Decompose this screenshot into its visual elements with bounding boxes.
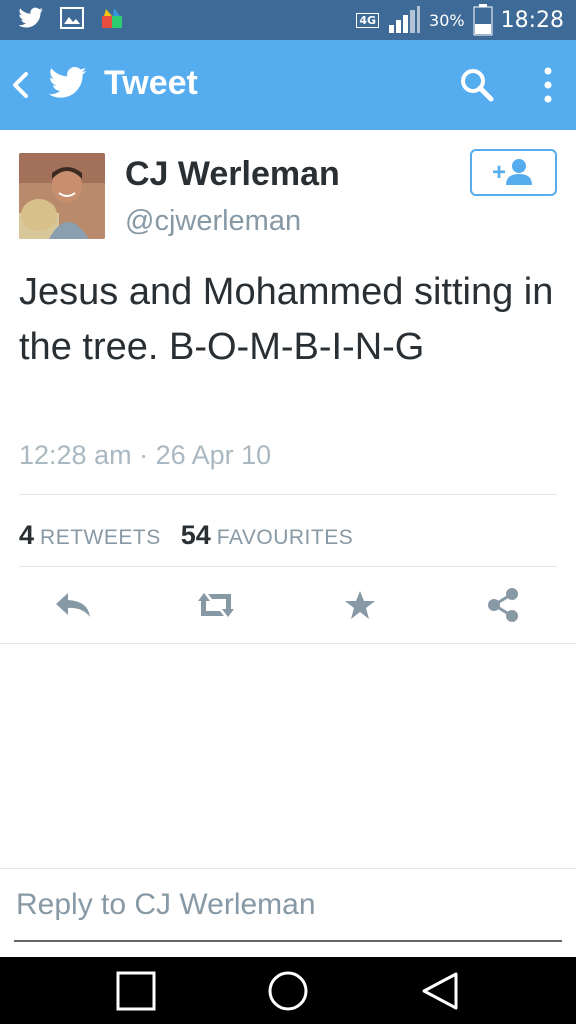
overflow-menu-icon[interactable] <box>538 66 558 104</box>
home-icon[interactable] <box>266 969 310 1013</box>
svg-text:+: + <box>492 159 506 186</box>
avatar-photo <box>19 153 105 239</box>
author-name[interactable]: CJ Werleman <box>125 155 340 194</box>
reply-icon[interactable] <box>52 585 96 625</box>
clock: 18:28 <box>500 7 564 33</box>
author-handle[interactable]: @cjwerleman <box>125 205 301 238</box>
network-indicator: 4G <box>356 12 380 28</box>
tweet-text: Jesus and Mohammed sitting in the tree. … <box>19 271 554 368</box>
divider <box>19 494 557 495</box>
battery-icon <box>473 4 493 36</box>
status-left-icons <box>18 6 124 30</box>
back-nav-icon[interactable] <box>418 969 462 1013</box>
status-bar: 4G 30% 18:28 <box>0 0 576 40</box>
page-title: Tweet <box>104 64 198 102</box>
follow-button[interactable]: + <box>470 149 557 196</box>
divider <box>0 643 576 644</box>
navigation-bar <box>0 957 576 1024</box>
avatar[interactable] <box>19 153 105 239</box>
retweets-count[interactable]: 4 <box>19 520 34 551</box>
app-bar: Tweet <box>0 40 576 130</box>
reply-placeholder: Reply to CJ Werleman <box>16 888 316 921</box>
tweet-timestamp: 12:28 am · 26 Apr 10 <box>19 440 272 470</box>
signal-icon <box>389 6 421 33</box>
favourites-count[interactable]: 54 <box>181 520 211 551</box>
divider <box>19 566 557 567</box>
reply-input[interactable]: Reply to CJ Werleman <box>14 884 562 942</box>
app-icon <box>102 8 122 28</box>
search-icon[interactable] <box>458 66 496 104</box>
share-icon[interactable] <box>482 585 526 625</box>
recent-apps-icon[interactable] <box>114 969 158 1013</box>
retweet-icon[interactable] <box>194 585 238 625</box>
twitter-bird-logo[interactable] <box>48 65 88 101</box>
back-icon[interactable] <box>8 68 32 102</box>
add-user-icon: + <box>492 159 532 186</box>
retweets-label[interactable]: RETWEETS <box>40 526 161 550</box>
battery-percent: 30% <box>429 10 465 30</box>
divider <box>0 868 576 869</box>
status-right: 4G 30% 18:28 <box>356 4 564 36</box>
twitter-icon <box>18 7 43 28</box>
favourites-label[interactable]: FAVOURITES <box>217 526 353 550</box>
tweet-stats: 4 RETWEETS 54 FAVOURITES <box>19 520 373 551</box>
gallery-icon <box>60 7 84 29</box>
favourite-icon[interactable] <box>338 585 382 625</box>
